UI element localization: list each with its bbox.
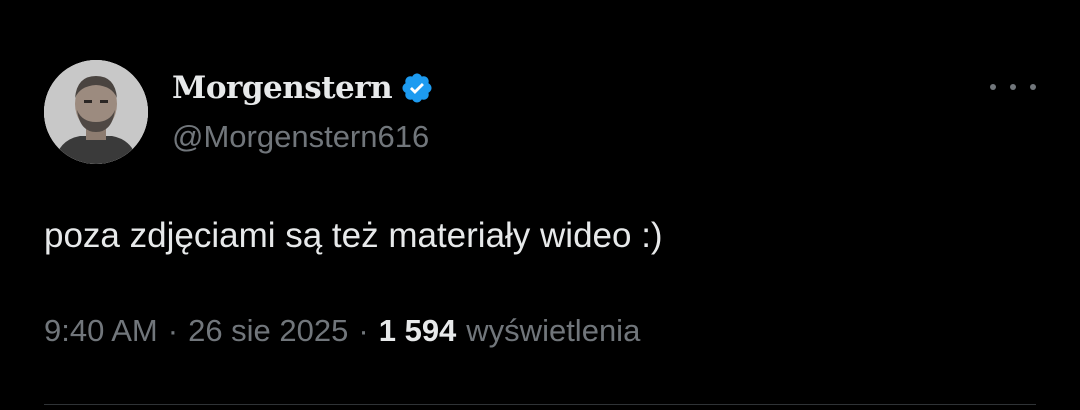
views-count[interactable]: 1 594 [379, 313, 457, 349]
meta-separator: · [167, 313, 179, 348]
tweet-time[interactable]: 9:40 AM [44, 313, 158, 349]
author-display-name[interactable]: Morgenstern [172, 72, 393, 104]
avatar[interactable] [44, 60, 148, 164]
tweet-text: poza zdjęciami są też materiały wideo :) [44, 216, 663, 255]
more-dot [1030, 84, 1036, 90]
author-name-row[interactable]: Morgenstern [172, 66, 434, 110]
views-label[interactable]: wyświetlenia [466, 313, 640, 349]
divider [44, 404, 1036, 405]
tweet-date[interactable]: 26 sie 2025 [188, 313, 348, 349]
more-options-icon[interactable] [990, 72, 1036, 102]
author-handle[interactable]: @Morgenstern616 [172, 118, 429, 155]
tweet: Morgenstern @Morgenstern616 poza zdjęcia… [0, 0, 1080, 410]
meta-separator: · [358, 313, 369, 348]
profile-photo-icon [44, 60, 148, 164]
tweet-meta: 9:40 AM · 26 sie 2025 · 1 594 wyświetlen… [44, 313, 640, 349]
verified-badge-icon[interactable] [400, 71, 434, 105]
more-dot [1010, 84, 1016, 90]
more-dot [990, 84, 996, 90]
